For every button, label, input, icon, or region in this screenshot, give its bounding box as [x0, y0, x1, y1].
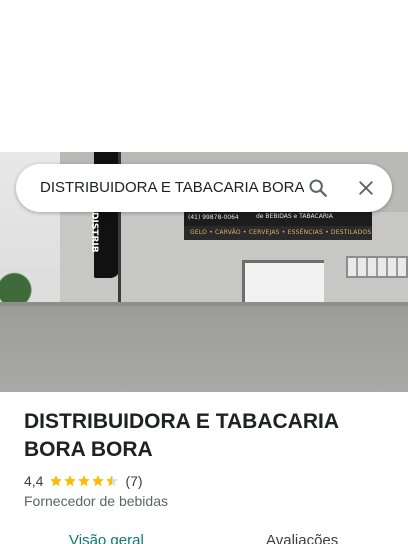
- place-tabs: Visão geral Avaliações: [0, 530, 408, 544]
- sign-phone-text: (41) 99878-0064: [188, 214, 239, 221]
- search-box[interactable]: DISTRIBUIDORA E TABACARIA BORA BORA: [16, 164, 392, 212]
- rating-value: 4,4: [24, 473, 44, 489]
- tab-reviews[interactable]: Avaliações: [266, 530, 338, 544]
- photo-doorway: [242, 260, 324, 308]
- search-input[interactable]: DISTRIBUIDORA E TABACARIA BORA BORA: [40, 164, 304, 212]
- clear-search-button[interactable]: [350, 172, 382, 204]
- search-icon: [309, 179, 327, 197]
- tab-overview[interactable]: Visão geral: [69, 530, 144, 544]
- place-category[interactable]: Fornecedor de bebidas: [24, 493, 168, 509]
- star-half-icon: [106, 475, 119, 487]
- rating-row[interactable]: 4,4 (7): [24, 472, 143, 490]
- sign-brand-text: de BEBIDAS e TABACARIA: [256, 213, 333, 220]
- map-blank-area: [0, 0, 408, 152]
- star-icon: [50, 475, 63, 487]
- flag-text: DISTRIB: [89, 212, 99, 253]
- photo-window-grid: [346, 256, 408, 278]
- place-title: DISTRIBUIDORA E TABACARIA BORA BORA: [24, 410, 339, 461]
- star-icon: [64, 475, 77, 487]
- sign-items-text: GELO • CARVÃO • CERVEJAS • ESSÊNCIAS • D…: [190, 229, 372, 236]
- search-button[interactable]: [302, 172, 334, 204]
- star-icon: [78, 475, 91, 487]
- star-icon: [92, 475, 105, 487]
- photo-wall: [0, 306, 408, 392]
- reviews-count[interactable]: (7): [125, 473, 142, 489]
- rating-stars: [49, 474, 119, 488]
- close-icon: [359, 181, 373, 195]
- photo-signstrip: GELO • CARVÃO • CERVEJAS • ESSÊNCIAS • D…: [184, 226, 372, 240]
